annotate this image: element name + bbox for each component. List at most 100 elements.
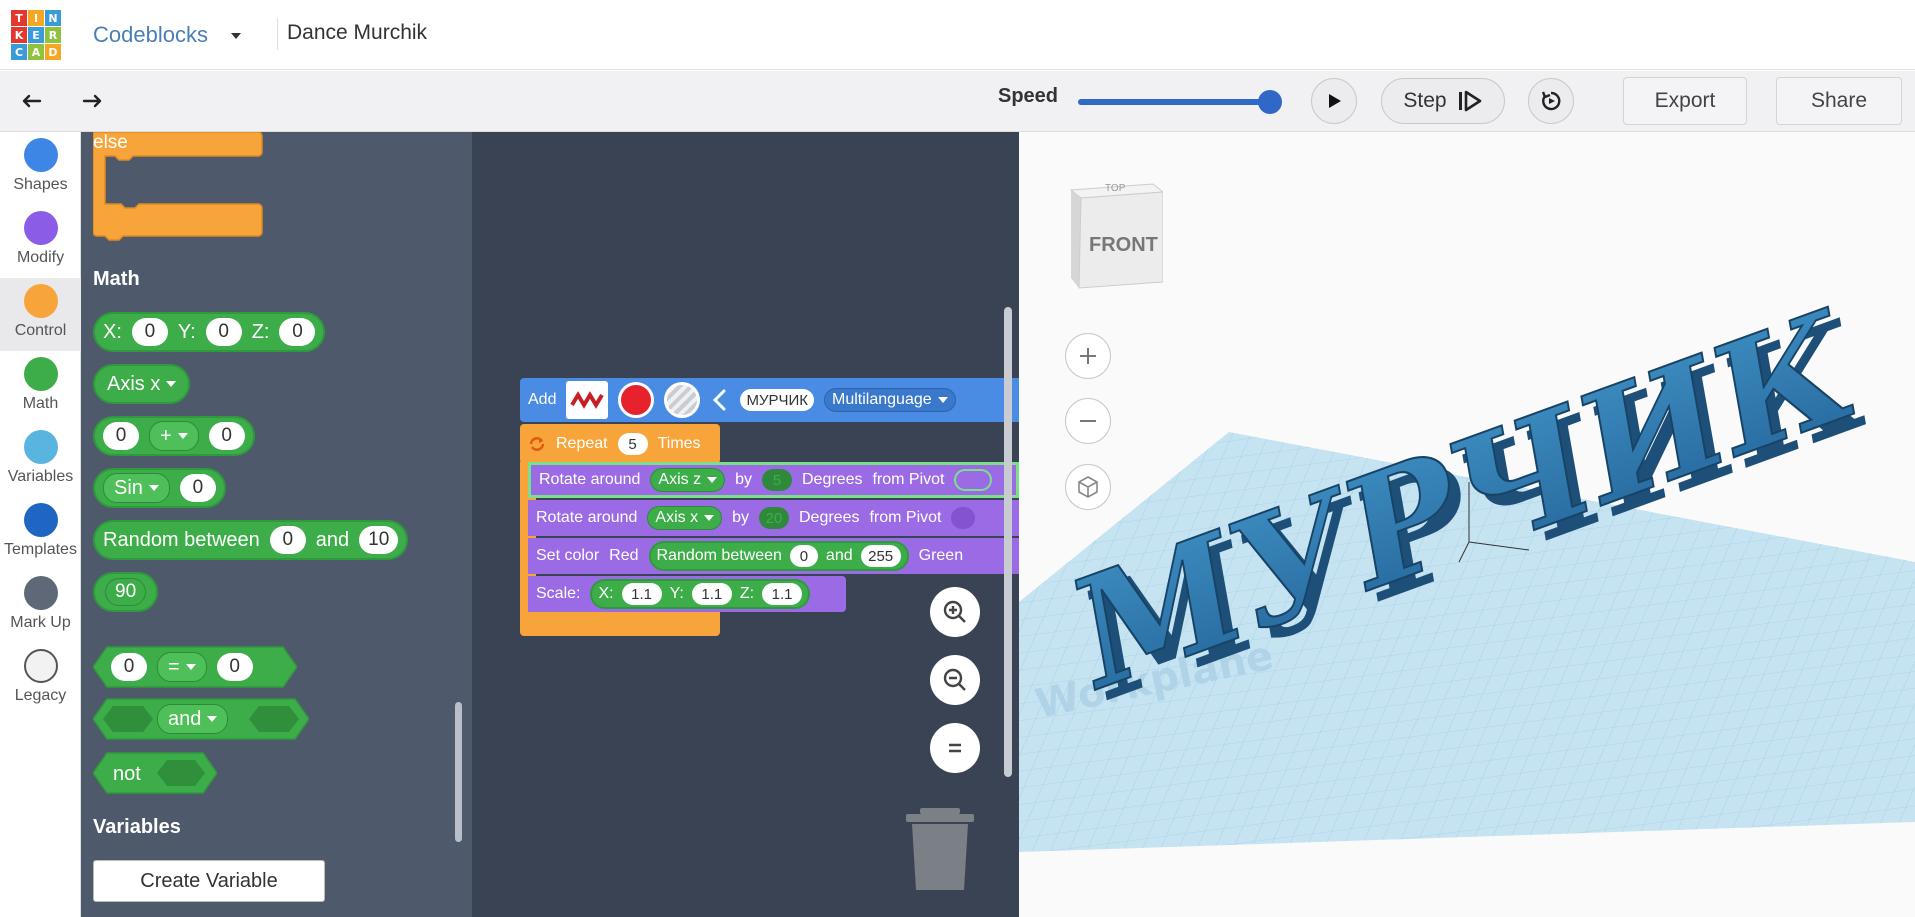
speed-slider[interactable]	[1078, 90, 1282, 114]
x-label: X:	[103, 320, 122, 343]
random-max-field[interactable]: 255	[860, 545, 901, 567]
scale-z-field[interactable]: 1.1	[762, 583, 803, 605]
scale-x-field[interactable]: 1.1	[621, 583, 662, 605]
category-legacy[interactable]: Legacy	[0, 643, 81, 716]
logic-operator-dropdown[interactable]: and	[157, 704, 229, 734]
hole-swatch[interactable]	[664, 382, 701, 418]
zoom-in-button[interactable]	[930, 587, 980, 637]
category-templates[interactable]: Templates	[0, 497, 81, 570]
category-dot-icon	[23, 576, 58, 610]
redo-icon[interactable]	[74, 83, 110, 119]
view-cube-top-label[interactable]: TOP	[1105, 183, 1125, 194]
degrees-field[interactable]: 5	[761, 469, 792, 491]
category-control[interactable]: Control	[0, 278, 81, 351]
view-cube-front-label[interactable]: FRONT	[1089, 234, 1158, 257]
degrees-field[interactable]: 20	[758, 507, 789, 529]
category-dot-icon	[23, 649, 58, 683]
axis-dropdown[interactable]: Axis x	[103, 369, 180, 399]
pivot-slot[interactable]	[951, 507, 976, 529]
reset-button[interactable]	[1528, 78, 1574, 124]
3d-viewport[interactable]: Workplane МУРЧИК МУРЧИК FRONT TOP	[1019, 132, 1915, 917]
play-button[interactable]	[1311, 78, 1357, 124]
degrees-label: Degrees	[798, 509, 860, 526]
step-label: Step	[1403, 89, 1447, 112]
sin-block[interactable]: Sin 0	[93, 468, 226, 508]
function-dropdown[interactable]: Sin	[103, 473, 170, 503]
random-min-field[interactable]: 0	[269, 526, 306, 554]
number-block[interactable]: 90	[93, 572, 159, 612]
axis-block[interactable]: Axis x	[93, 364, 191, 404]
zoom-reset-button[interactable]	[930, 723, 980, 773]
random-between-block[interactable]: Random between 0 and 10	[93, 520, 409, 560]
rotate-block-1[interactable]: Rotate around Axis z by 5 Degrees from P…	[528, 462, 1019, 498]
x-field[interactable]: 0	[131, 318, 168, 346]
share-button[interactable]: Share	[1776, 77, 1902, 125]
workspace-scrollbar[interactable]	[1004, 307, 1012, 777]
reset-icon	[1541, 91, 1561, 111]
category-variables[interactable]: Variables	[0, 424, 81, 497]
logo-letter: T	[11, 10, 27, 26]
y-field[interactable]: 0	[205, 318, 242, 346]
color-swatch-red[interactable]	[618, 382, 655, 418]
home-view-button[interactable]	[1065, 464, 1111, 510]
operator-dropdown[interactable]: +	[149, 421, 199, 451]
equals-icon	[949, 743, 961, 753]
zoom-out-icon	[943, 668, 966, 691]
compare-b-field[interactable]: 0	[216, 653, 253, 681]
view-zoom-in-button[interactable]	[1065, 333, 1111, 379]
random-max-field[interactable]: 10	[359, 526, 399, 554]
arithmetic-block[interactable]: 0 + 0	[93, 416, 255, 456]
flyout-scrollbar[interactable]	[455, 702, 462, 842]
set-color-block[interactable]: Set color Red Random between 0 and 255 G…	[528, 538, 1019, 574]
sin-value-field[interactable]: 0	[179, 474, 216, 502]
axis-dropdown[interactable]: Axis x	[647, 506, 723, 530]
view-zoom-out-button[interactable]	[1065, 398, 1111, 444]
header-divider	[277, 18, 278, 50]
xyz-block[interactable]: X: 0 Y: 0 Z: 0	[93, 312, 326, 352]
category-shapes[interactable]: Shapes	[0, 132, 81, 205]
zoom-out-button[interactable]	[930, 655, 980, 705]
arith-a-field[interactable]: 0	[103, 422, 139, 450]
repeat-count-field[interactable]: 5	[617, 433, 648, 455]
mode-dropdown-icon[interactable]	[228, 28, 244, 44]
cube-view-icon	[1078, 476, 1098, 498]
undo-icon[interactable]	[14, 83, 50, 119]
category-dot-icon	[23, 357, 58, 391]
random-min-field[interactable]: 0	[789, 545, 818, 567]
tinkercad-logo[interactable]: TIN KER CAD	[11, 10, 61, 60]
font-dropdown[interactable]: Multilanguage	[824, 388, 956, 412]
repeat-block[interactable]: Repeat 5 Times	[520, 424, 720, 464]
number-field[interactable]: 90	[105, 578, 147, 606]
arith-b-field[interactable]: 0	[208, 422, 245, 450]
text-content-field[interactable]: МУРЧИК	[740, 389, 815, 411]
compare-operator-dropdown[interactable]: =	[157, 652, 207, 682]
not-block[interactable]	[93, 752, 217, 794]
category-modify[interactable]: Modify	[0, 205, 81, 278]
scale-y-field[interactable]: 1.1	[691, 583, 732, 605]
compare-a-field[interactable]: 0	[111, 653, 147, 681]
mode-label[interactable]: Codeblocks	[93, 22, 208, 48]
axis-dropdown[interactable]: Axis z	[650, 468, 726, 492]
speed-slider-thumb[interactable]	[1258, 90, 1282, 114]
view-cube[interactable]: FRONT TOP	[1067, 182, 1165, 290]
export-button[interactable]: Export	[1623, 77, 1747, 125]
z-field[interactable]: 0	[279, 318, 316, 346]
pivot-slot[interactable]	[954, 469, 993, 491]
category-mark-up[interactable]: Mark Up	[0, 570, 81, 643]
dropdown-arrow-icon	[177, 433, 188, 439]
create-variable-button[interactable]: Create Variable	[93, 860, 325, 902]
project-name[interactable]: Dance Murchik	[287, 21, 427, 45]
zoom-in-icon	[943, 600, 966, 623]
rotate-block-2[interactable]: Rotate around Axis x by 20 Degrees from …	[528, 500, 1019, 536]
code-workspace[interactable]: Add МУРЧИК Multilanguage Repeat 5 Times …	[472, 132, 1019, 917]
xyz-block[interactable]: X: 1.1 Y: 1.1 Z: 1.1	[590, 579, 811, 609]
add-shape-block[interactable]: Add МУРЧИК Multilanguage	[520, 378, 1019, 422]
text-shape-thumbnail[interactable]	[566, 381, 609, 419]
category-math[interactable]: Math	[0, 351, 81, 424]
scale-block[interactable]: Scale: X: 1.1 Y: 1.1 Z: 1.1	[528, 576, 846, 612]
category-dot-icon	[23, 284, 58, 318]
random-between-block[interactable]: Random between 0 and 255	[648, 541, 909, 571]
trash-icon[interactable]	[900, 804, 980, 894]
step-button[interactable]: Step	[1381, 78, 1505, 124]
chevron-left-icon[interactable]	[710, 388, 730, 412]
